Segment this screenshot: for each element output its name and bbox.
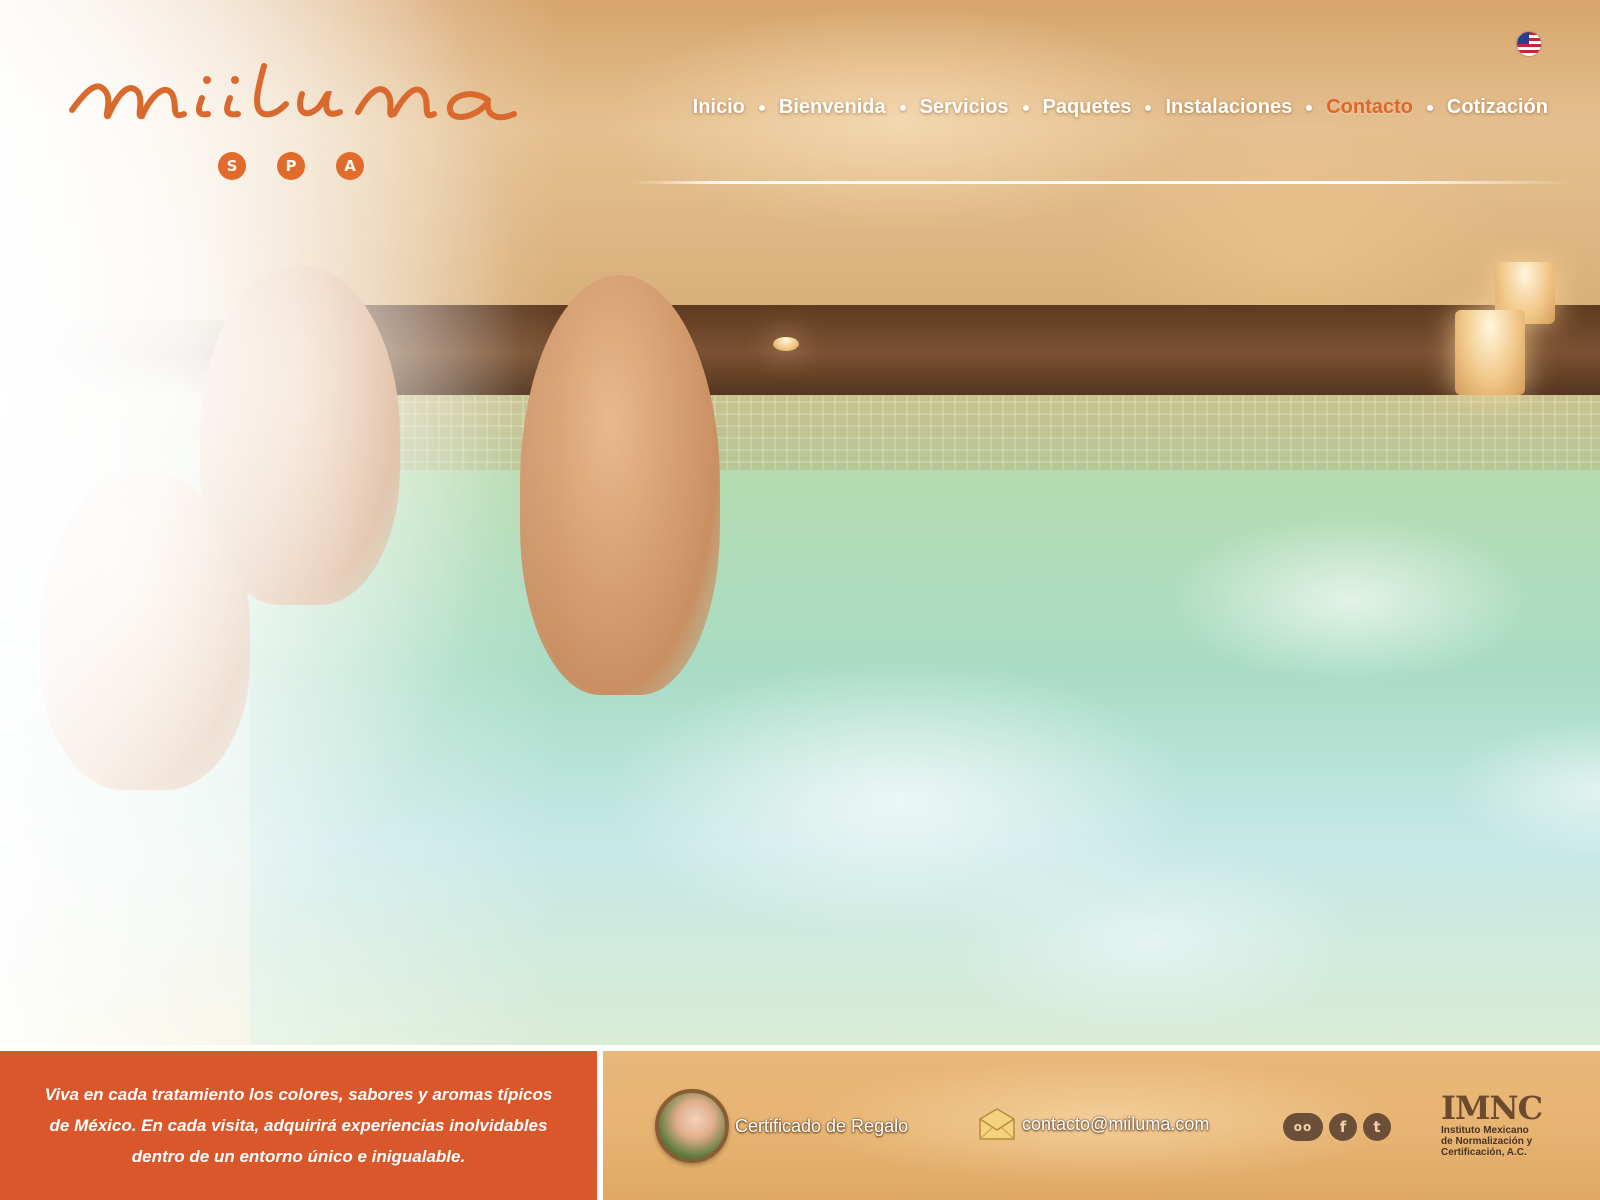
brand-logo[interactable]: S P A <box>68 58 528 188</box>
footer-tagline: Viva en cada tratamiento los colores, sa… <box>44 1085 553 1166</box>
us-flag-icon[interactable] <box>1517 32 1541 56</box>
nav-divider <box>630 181 1575 184</box>
footer-tagline-panel: Viva en cada tratamiento los colores, sa… <box>0 1051 597 1200</box>
imnc-text: Instituto Mexicano de Normalización y Ce… <box>1441 1125 1533 1158</box>
nav-separator-dot <box>758 104 765 111</box>
twitter-icon[interactable]: t <box>1363 1113 1391 1141</box>
nav-separator-dot <box>1306 104 1313 111</box>
nav-item-instalaciones[interactable]: Instalaciones <box>1165 96 1292 119</box>
brand-logo-wordmark <box>69 63 517 121</box>
footer-links-panel: Certificado de Regalo contacto@miiluma.c… <box>603 1051 1600 1200</box>
gift-certificate-label: Certificado de Regalo <box>735 1115 909 1136</box>
nav-separator-dot <box>1426 104 1433 111</box>
spa-letter: S <box>218 152 246 180</box>
social-links: oo f t <box>1283 1113 1391 1141</box>
nav-separator-dot <box>1022 104 1029 111</box>
nav-separator-dot <box>899 104 906 111</box>
spa-letter: P <box>277 152 305 180</box>
nav-item-servicios[interactable]: Servicios <box>920 96 1009 119</box>
email-link[interactable]: contacto@miiluma.com <box>978 1107 1209 1141</box>
imnc-logo: IMNC <box>1441 1089 1543 1127</box>
spa-letter: A <box>336 152 364 180</box>
nav-item-contacto[interactable]: Contacto <box>1326 96 1413 119</box>
gift-certificate-link[interactable]: Certificado de Regalo <box>655 1089 908 1163</box>
imnc-certification-badge[interactable]: IMNC Instituto Mexicano de Normalización… <box>1441 1091 1561 1158</box>
nav-separator-dot <box>1145 104 1152 111</box>
main-nav: Inicio Bienvenida Servicios Paquetes Ins… <box>693 96 1548 119</box>
nav-item-inicio[interactable]: Inicio <box>693 96 745 119</box>
nav-item-bienvenida[interactable]: Bienvenida <box>779 96 886 119</box>
gift-certificate-icon <box>655 1089 729 1163</box>
envelope-icon <box>979 1108 1015 1140</box>
tripadvisor-icon[interactable]: oo <box>1283 1113 1323 1141</box>
nav-item-paquetes[interactable]: Paquetes <box>1043 96 1132 119</box>
nav-item-cotizacion[interactable]: Cotización <box>1447 96 1548 119</box>
brand-logo-spa: S P A <box>218 152 364 180</box>
facebook-icon[interactable]: f <box>1329 1113 1357 1141</box>
email-address: contacto@miiluma.com <box>1022 1113 1210 1134</box>
